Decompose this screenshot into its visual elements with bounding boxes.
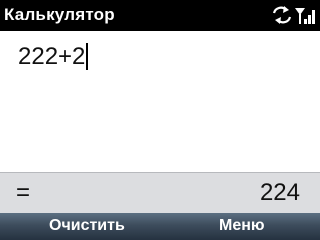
text-caret	[86, 43, 89, 70]
title-bar: Калькулятор	[0, 0, 320, 31]
result-bar: = 224	[0, 172, 320, 213]
status-icons	[270, 4, 318, 26]
equals-sign: =	[16, 179, 31, 206]
signal-strength-icon	[295, 8, 315, 24]
expression-text: 222+2	[18, 43, 86, 70]
result-value: 224	[259, 179, 300, 206]
clear-softkey[interactable]: Очистить	[49, 217, 125, 235]
expression-area[interactable]: 222+2	[0, 31, 320, 172]
expression-input[interactable]: 222+2	[18, 43, 89, 71]
app-title: Калькулятор	[4, 5, 115, 24]
softkey-bar: Очистить Меню	[0, 213, 320, 240]
menu-softkey[interactable]: Меню	[219, 217, 265, 235]
status-icons-svg	[272, 6, 315, 24]
